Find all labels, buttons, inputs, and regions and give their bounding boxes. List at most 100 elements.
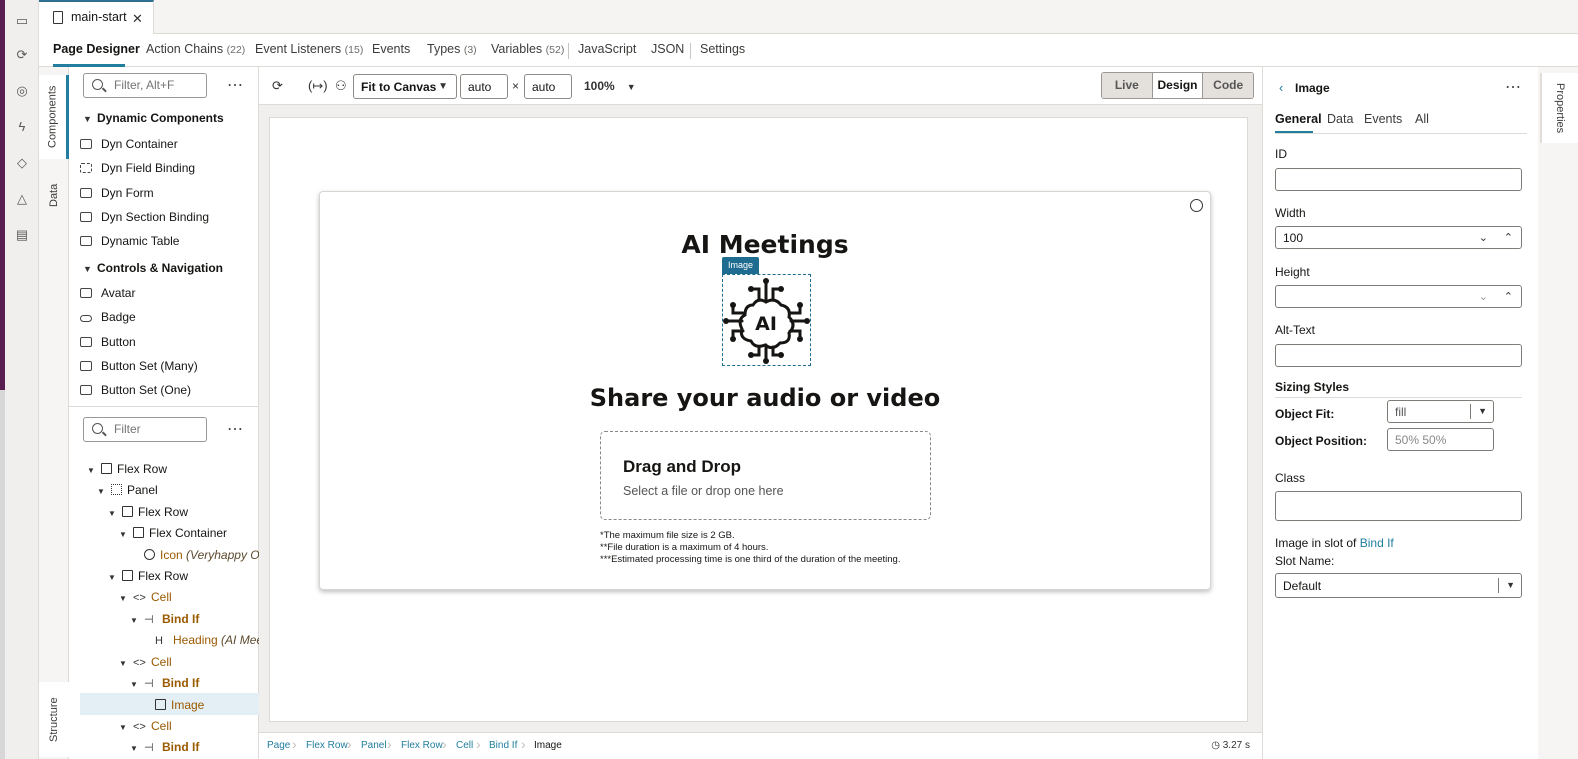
- zoom-select[interactable]: 100% ▼: [584, 79, 636, 93]
- monitor-icon[interactable]: ▭: [13, 12, 31, 30]
- tab-properties[interactable]: Properties: [1540, 73, 1578, 143]
- height-input[interactable]: auto: [524, 74, 572, 99]
- user-icon[interactable]: ⚇: [335, 78, 347, 94]
- tab-data[interactable]: Data: [39, 167, 69, 223]
- tree-node-selected[interactable]: Image: [155, 698, 204, 712]
- class-field[interactable]: [1275, 491, 1522, 521]
- tab-action-chains[interactable]: Action Chains (22): [146, 42, 245, 56]
- alt-text-field[interactable]: [1275, 344, 1522, 367]
- tree-node[interactable]: ▼ Flex Row: [108, 505, 188, 519]
- page-panel[interactable]: AI Meetings Image AI Share your audio or…: [319, 191, 1211, 590]
- object-fit-select[interactable]: fill ▼: [1387, 400, 1494, 423]
- fit-to-canvas-select[interactable]: Fit to Canvas ▼: [353, 74, 457, 99]
- happy-face-icon[interactable]: [1190, 199, 1203, 212]
- refresh-icon[interactable]: ⟳: [272, 78, 283, 94]
- component-item[interactable]: Dyn Section Binding: [80, 210, 209, 224]
- ai-image[interactable]: AI: [722, 274, 811, 366]
- tab-types[interactable]: Types (3): [427, 42, 477, 56]
- more-options-icon[interactable]: ⋯: [227, 75, 244, 95]
- tab-json[interactable]: JSON: [651, 42, 684, 56]
- tree-node[interactable]: ▼ Flex Container: [119, 526, 227, 540]
- tab-javascript[interactable]: JavaScript: [578, 42, 636, 56]
- tree-node-label: Bind If: [162, 676, 200, 690]
- tab-structure[interactable]: Structure: [39, 682, 69, 757]
- live-mode-button[interactable]: Live: [1102, 73, 1153, 98]
- share-heading[interactable]: Share your audio or video: [320, 384, 1210, 412]
- tree-node[interactable]: ▼ ⊣ Bind If: [130, 676, 199, 690]
- tree-node[interactable]: ▼ <> Cell: [119, 655, 172, 669]
- tree-node[interactable]: H Heading (AI Meet: [155, 633, 266, 647]
- width-field[interactable]: 100 ⌄ ⌃: [1275, 226, 1522, 249]
- tree-node[interactable]: ▼ Panel: [97, 483, 158, 497]
- chevron-down-icon[interactable]: ⌄: [1479, 231, 1488, 244]
- tab-event-listeners[interactable]: Event Listeners (15): [255, 42, 363, 56]
- chevron-down-icon: ▼: [97, 487, 105, 496]
- flow-icon[interactable]: ⟳: [13, 46, 31, 64]
- code-mode-button[interactable]: Code: [1203, 73, 1253, 98]
- database-icon[interactable]: ◎: [13, 82, 31, 100]
- more-options-icon[interactable]: ⋯: [227, 419, 244, 439]
- width-input[interactable]: auto: [460, 74, 508, 99]
- breadcrumb-item[interactable]: Bind If: [489, 740, 517, 751]
- tab-settings[interactable]: Settings: [700, 42, 745, 56]
- breadcrumb-item[interactable]: Panel: [361, 740, 387, 751]
- tree-node[interactable]: ▼ Flex Row: [108, 569, 188, 583]
- timer-value: 3.27 s: [1222, 740, 1250, 751]
- slot-name-select[interactable]: Default ▼: [1275, 573, 1522, 598]
- height-field[interactable]: ⌄ ⌃: [1275, 285, 1522, 308]
- component-item[interactable]: Dynamic Table: [80, 234, 179, 248]
- page-heading[interactable]: AI Meetings: [320, 230, 1210, 259]
- component-item[interactable]: Dyn Container: [80, 137, 178, 151]
- tree-node[interactable]: ▼ <> Cell: [119, 719, 172, 733]
- tab-page-designer[interactable]: Page Designer: [53, 42, 140, 56]
- chevron-down-icon[interactable]: ⌄: [1479, 290, 1488, 303]
- prop-tab-all[interactable]: All: [1415, 112, 1429, 126]
- group-controls-navigation[interactable]: ▼ Controls & Navigation: [83, 261, 223, 275]
- object-position-field[interactable]: 50% 50%: [1387, 428, 1494, 451]
- heading-icon: H: [155, 635, 163, 647]
- back-chevron-icon[interactable]: ‹: [1279, 80, 1283, 95]
- file-tab[interactable]: main-start ✕: [39, 0, 154, 34]
- tree-node[interactable]: ▼ ⊣ Bind If: [130, 740, 199, 754]
- close-icon[interactable]: ✕: [132, 11, 143, 27]
- group-dynamic-components[interactable]: ▼ Dynamic Components: [83, 111, 224, 125]
- component-item[interactable]: Badge: [80, 310, 136, 324]
- tab-events[interactable]: Events: [372, 42, 410, 56]
- structure-filter-input[interactable]: [114, 422, 204, 436]
- component-item[interactable]: Dyn Field Binding: [80, 161, 195, 175]
- file-drop-zone[interactable]: Drag and Drop Select a file or drop one …: [600, 431, 931, 520]
- shapes-icon[interactable]: △: [13, 190, 31, 208]
- component-item[interactable]: Button: [80, 335, 136, 349]
- prop-tab-events[interactable]: Events: [1364, 112, 1402, 126]
- chevron-up-icon[interactable]: ⌃: [1504, 290, 1513, 303]
- components-filter[interactable]: [83, 73, 207, 98]
- prop-tab-data[interactable]: Data: [1327, 112, 1353, 126]
- breadcrumb-item[interactable]: Page: [267, 740, 290, 751]
- puzzle-icon[interactable]: ◇: [13, 154, 31, 172]
- component-item[interactable]: Dyn Form: [80, 186, 154, 200]
- components-filter-input[interactable]: [114, 78, 204, 92]
- breadcrumb-item[interactable]: Flex Row: [401, 740, 443, 751]
- prop-tab-general[interactable]: General: [1275, 112, 1322, 126]
- document-icon[interactable]: ▤: [13, 226, 31, 244]
- component-item[interactable]: Button Set (One): [80, 383, 191, 397]
- component-item[interactable]: Button Set (Many): [80, 359, 198, 373]
- more-options-icon[interactable]: ⋯: [1505, 77, 1522, 97]
- tab-components[interactable]: Components: [39, 75, 69, 159]
- lightning-icon[interactable]: ϟ: [13, 118, 31, 136]
- component-item[interactable]: Avatar: [80, 286, 135, 300]
- breadcrumb-item[interactable]: Cell: [456, 740, 473, 751]
- slot-parent-link[interactable]: Bind If: [1360, 536, 1394, 550]
- breadcrumb-item[interactable]: Flex Row: [306, 740, 348, 751]
- tree-node[interactable]: ▼ Flex Row: [87, 462, 167, 476]
- tree-node[interactable]: ▼ ⊣ Bind If: [130, 612, 199, 626]
- tree-node[interactable]: ▼ <> Cell: [119, 590, 172, 604]
- chevron-up-icon[interactable]: ⌃: [1504, 231, 1513, 244]
- variables-icon[interactable]: (↦): [308, 78, 328, 94]
- code-icon: <>: [133, 592, 146, 604]
- tree-node[interactable]: Icon (Veryhappy Ou: [144, 548, 266, 562]
- structure-filter[interactable]: [83, 417, 207, 442]
- id-field[interactable]: [1275, 168, 1522, 191]
- design-mode-button[interactable]: Design: [1152, 73, 1204, 98]
- tab-variables[interactable]: Variables (52): [491, 42, 564, 56]
